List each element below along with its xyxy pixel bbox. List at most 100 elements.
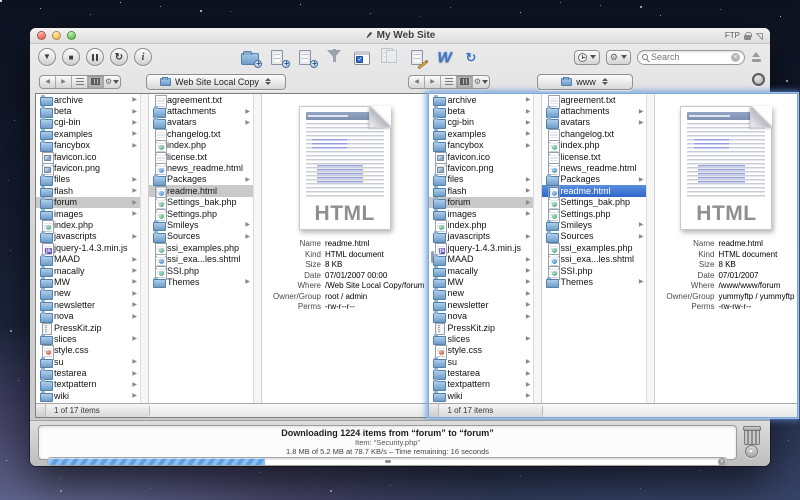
file-row[interactable]: archive▶ <box>429 94 533 105</box>
list-view-button[interactable] <box>72 76 88 88</box>
file-row[interactable]: index.php <box>542 140 646 151</box>
local-file-column[interactable]: agreement.txtattachments▶avatars▶changel… <box>149 94 262 403</box>
file-row[interactable]: readme.html <box>542 185 646 196</box>
file-row[interactable]: changelog.txt <box>542 128 646 139</box>
new-file-button[interactable]: + <box>269 49 288 66</box>
disconnect-eject-icon[interactable] <box>751 51 762 63</box>
refresh-button[interactable]: ↻ <box>110 48 128 66</box>
minimize-button[interactable] <box>52 31 61 40</box>
file-row[interactable]: MAAD▶ <box>429 253 533 264</box>
file-row[interactable]: readme.html <box>149 185 253 196</box>
file-row[interactable]: beta▶ <box>429 105 533 116</box>
pane-action-button[interactable]: ⚙ <box>104 76 120 88</box>
file-row[interactable]: macally▶ <box>36 265 140 276</box>
file-row[interactable]: license.txt <box>149 151 253 162</box>
file-row[interactable]: attachments▶ <box>542 105 646 116</box>
file-row[interactable]: new▶ <box>36 288 140 299</box>
new-folder-button[interactable]: + <box>241 49 260 66</box>
file-row[interactable]: agreement.txt <box>149 94 253 105</box>
file-row[interactable]: Settings.php <box>542 208 646 219</box>
actions-dropdown[interactable]: ⚙ <box>606 50 631 65</box>
resize-grabber-icon[interactable] <box>36 404 46 417</box>
remote-folder-column[interactable]: archive▶beta▶cgi-bin▶examples▶fancybox▶f… <box>429 94 542 403</box>
stop-button[interactable]: ■ <box>62 48 80 66</box>
titlebar[interactable]: My Web Site FTP <box>30 28 770 44</box>
file-row[interactable]: flash▶ <box>36 185 140 196</box>
file-row[interactable]: textpattern▶ <box>36 379 140 390</box>
connection-status-button[interactable] <box>752 73 765 86</box>
file-row[interactable]: fancybox▶ <box>429 140 533 151</box>
download-button[interactable]: ▼ <box>38 48 56 66</box>
app-logo-button[interactable]: W <box>437 49 456 66</box>
horizontal-scrollbar[interactable] <box>543 404 797 417</box>
scrollbar-track[interactable] <box>140 94 148 403</box>
file-row[interactable]: attachments▶ <box>149 105 253 116</box>
file-row[interactable]: textpattern▶ <box>429 379 533 390</box>
copy-button[interactable] <box>381 49 400 66</box>
file-row[interactable]: agreement.txt <box>542 94 646 105</box>
file-row[interactable]: slices▶ <box>36 333 140 344</box>
local-folder-column[interactable]: archive▶beta▶cgi-bin▶examples▶fancybox▶f… <box>36 94 149 403</box>
file-row[interactable]: index.php <box>149 140 253 151</box>
file-row[interactable]: macally▶ <box>429 265 533 276</box>
file-row[interactable]: files▶ <box>429 174 533 185</box>
file-row[interactable]: Sources▶ <box>542 231 646 242</box>
resize-grabber-icon[interactable] <box>429 404 439 417</box>
file-row[interactable]: avatars▶ <box>149 117 253 128</box>
file-row[interactable]: ssi_exa...les.shtml <box>542 253 646 264</box>
file-row[interactable]: testarea▶ <box>429 367 533 378</box>
file-row[interactable]: jquery-1.4.3.min.js <box>36 242 140 253</box>
fullscreen-icon[interactable] <box>755 32 763 40</box>
file-row[interactable]: ssi_examples.php <box>542 242 646 253</box>
trash-icon[interactable] <box>743 426 759 443</box>
file-row[interactable]: examples▶ <box>429 128 533 139</box>
file-row[interactable]: favicon.png <box>36 162 140 173</box>
file-row[interactable]: nova▶ <box>429 310 533 321</box>
file-row[interactable]: Settings_bak.php <box>542 197 646 208</box>
horizontal-scrollbar[interactable] <box>150 404 427 417</box>
back-button[interactable]: ◀ <box>409 76 425 88</box>
file-row[interactable]: images▶ <box>36 208 140 219</box>
file-row[interactable]: Smileys▶ <box>149 219 253 230</box>
file-row[interactable]: jquery-1.4.3.min.js <box>429 242 533 253</box>
list-view-button[interactable] <box>441 76 457 88</box>
cancel-transfer-button[interactable]: × <box>718 458 726 466</box>
file-row[interactable]: MW▶ <box>429 276 533 287</box>
file-row[interactable]: avatars▶ <box>542 117 646 128</box>
file-row[interactable]: MW▶ <box>36 276 140 287</box>
back-button[interactable]: ◀ <box>40 76 56 88</box>
file-row[interactable]: javascripts▶ <box>36 231 140 242</box>
file-row[interactable]: index.php <box>36 219 140 230</box>
new-document-button[interactable]: + <box>297 49 316 66</box>
column-view-button[interactable] <box>457 76 473 88</box>
scrollbar-track[interactable] <box>533 94 541 403</box>
forward-button[interactable]: ▶ <box>56 76 72 88</box>
search-field[interactable]: × <box>637 50 745 65</box>
transfer-direction-button[interactable]: ▼ <box>745 445 758 458</box>
file-row[interactable]: fancybox▶ <box>36 140 140 151</box>
file-row[interactable]: archive▶ <box>36 94 140 105</box>
file-row[interactable]: wiki▶ <box>429 390 533 401</box>
file-row[interactable]: news_readme.html <box>149 162 253 173</box>
edit-button[interactable] <box>409 49 428 66</box>
file-row[interactable]: PressKit.zip <box>429 322 533 333</box>
remote-file-column[interactable]: agreement.txtattachments▶avatars▶changel… <box>542 94 655 403</box>
sync-button[interactable]: ↻ <box>465 49 484 66</box>
file-row[interactable]: favicon.ico <box>429 151 533 162</box>
panel-grabber-icon[interactable] <box>385 460 391 463</box>
file-row[interactable]: images▶ <box>429 208 533 219</box>
file-row[interactable]: new▶ <box>429 288 533 299</box>
file-row[interactable]: Settings_bak.php <box>149 197 253 208</box>
file-row[interactable]: flash▶ <box>429 185 533 196</box>
file-row[interactable]: favicon.png <box>429 162 533 173</box>
file-row[interactable]: PressKit.zip <box>36 322 140 333</box>
file-row[interactable]: slices▶ <box>429 333 533 344</box>
file-row[interactable]: cgi-bin▶ <box>429 117 533 128</box>
file-row[interactable]: ssi_exa...les.shtml <box>149 253 253 264</box>
file-row[interactable]: favicon.ico <box>36 151 140 162</box>
pause-button[interactable] <box>86 48 104 66</box>
file-row[interactable]: nova▶ <box>36 310 140 321</box>
file-row[interactable]: index.php <box>429 219 533 230</box>
zoom-button[interactable] <box>67 31 76 40</box>
file-row[interactable]: MAAD▶ <box>36 253 140 264</box>
